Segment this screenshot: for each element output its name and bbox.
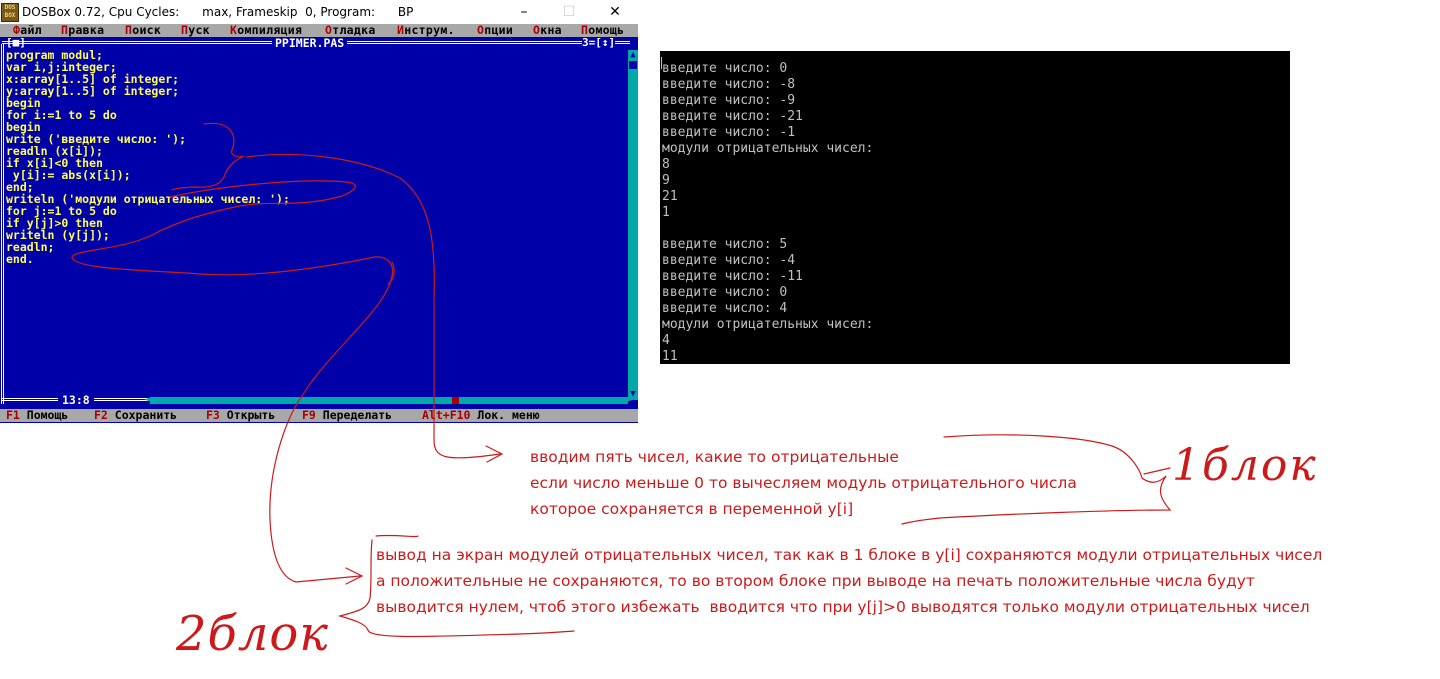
block2-arrowhead xyxy=(345,567,364,585)
console-line: 11 xyxy=(662,349,678,364)
editor-file-name: PPIMER.PAS xyxy=(272,37,348,49)
horizontal-scroll-thumb[interactable] xyxy=(452,397,459,404)
console-line: модули отрицательных чисел: xyxy=(662,141,874,156)
block2-note-line-2: а положительные не сохраняются, то во вт… xyxy=(376,572,1255,590)
code-editor[interactable]: program modul; var i,j:integer; x:array[1.… xyxy=(6,49,626,265)
code-line[interactable]: y:array[1..5] of integer; xyxy=(6,85,626,97)
status-bar: F1 Помощь F2 Сохранить F3 Открыть F9 Пер… xyxy=(0,409,638,422)
turbo-pascal-screen: Файл Правка Поиск Пуск Компиляция Отладк… xyxy=(0,24,638,423)
console-line: 1 xyxy=(662,205,670,220)
menu-run[interactable]: Пуск xyxy=(181,24,210,37)
horizontal-scrollbar[interactable] xyxy=(150,397,628,404)
console-line: введите число: -21 xyxy=(662,109,803,124)
status-make[interactable]: F9 Переделать xyxy=(302,409,392,422)
console-line: введите число: -4 xyxy=(662,253,796,268)
block1-label-tick xyxy=(1143,467,1171,475)
status-open[interactable]: F3 Открыть xyxy=(206,409,275,422)
status-local-menu[interactable]: Alt+F10 Лок. меню xyxy=(422,409,540,422)
console-line: модули отрицательных чисел: xyxy=(662,317,874,332)
close-button[interactable]: ✕ xyxy=(600,2,630,22)
title-bar[interactable]: DOS BOX DOSBox 0.72, Cpu Cycles: max, Fr… xyxy=(0,0,638,24)
code-line[interactable]: end. xyxy=(6,253,626,265)
status-help[interactable]: F1 Помощь xyxy=(6,409,68,422)
code-line[interactable]: for i:=1 to 5 do xyxy=(6,109,626,121)
minimize-button[interactable]: – xyxy=(509,2,539,22)
console-line: введите число: 0 xyxy=(662,285,788,300)
vertical-scrollbar[interactable] xyxy=(628,50,638,400)
editor-window-number[interactable]: 3=[↕] xyxy=(582,37,616,49)
cursor-position: 13:8 xyxy=(58,394,94,406)
vertical-scroll-thumb[interactable] xyxy=(629,61,637,69)
code-line[interactable]: y[i]:= abs(x[i]); xyxy=(6,169,626,181)
dosbox-app-icon: DOS BOX xyxy=(1,3,19,22)
console-lines: введите число: 0 введите число: -8 введите… xyxy=(662,61,873,364)
menu-windows[interactable]: Окна xyxy=(533,24,562,37)
console-line: 9 xyxy=(662,173,670,188)
block2-handwritten-label: 2блок xyxy=(176,606,329,662)
block1-handwritten-label: 1блок xyxy=(1172,440,1318,491)
maximize-button[interactable]: ☐ xyxy=(554,2,584,22)
console-line: 4 xyxy=(662,333,670,348)
console-line: введите число: -9 xyxy=(662,93,796,108)
code-line[interactable]: writeln (y[j]); xyxy=(6,229,626,241)
scroll-right-arrow-icon[interactable]: ► xyxy=(628,394,634,406)
console-line: введите число: 4 xyxy=(662,301,788,316)
block1-note-line-1: вводим пять чисел, какие то отрицательны… xyxy=(530,448,899,466)
menu-tools[interactable]: Инструм. xyxy=(397,24,455,37)
scroll-up-arrow-icon[interactable]: ▲ xyxy=(628,50,638,60)
block1-note-line-3: которое сохраняется в переменной у[i] xyxy=(530,500,854,518)
console-line: введите число: -11 xyxy=(662,269,803,284)
block1-note-line-2: если число меньше 0 то вычесляем модуль … xyxy=(530,474,1077,492)
program-output-console: введите число: 0 введите число: -8 введите… xyxy=(660,51,1290,364)
menu-search[interactable]: Поиск xyxy=(125,24,161,37)
console-line: 8 xyxy=(662,157,670,172)
menu-edit[interactable]: Правка xyxy=(61,24,104,37)
block1-arrowhead xyxy=(485,445,504,463)
console-line: 21 xyxy=(662,189,678,204)
console-line: введите число: 0 xyxy=(662,61,788,76)
code-line[interactable]: readln; xyxy=(6,241,626,253)
window-title: DOSBox 0.72, Cpu Cycles: max, Frameskip … xyxy=(22,5,414,19)
console-line: введите число: 5 xyxy=(662,237,788,252)
menu-options[interactable]: Опции xyxy=(477,24,513,37)
status-save[interactable]: F2 Сохранить xyxy=(94,409,177,422)
console-line: введите число: -8 xyxy=(662,77,796,92)
console-line: введите число: -1 xyxy=(662,125,796,140)
block2-note-line-3: выводится нулем, чтоб этого избежать вво… xyxy=(376,598,1310,616)
dosbox-window: DOS BOX DOSBox 0.72, Cpu Cycles: max, Fr… xyxy=(0,0,638,423)
block2-note-line-1: вывод на экран модулей отрицательных чис… xyxy=(376,546,1323,564)
